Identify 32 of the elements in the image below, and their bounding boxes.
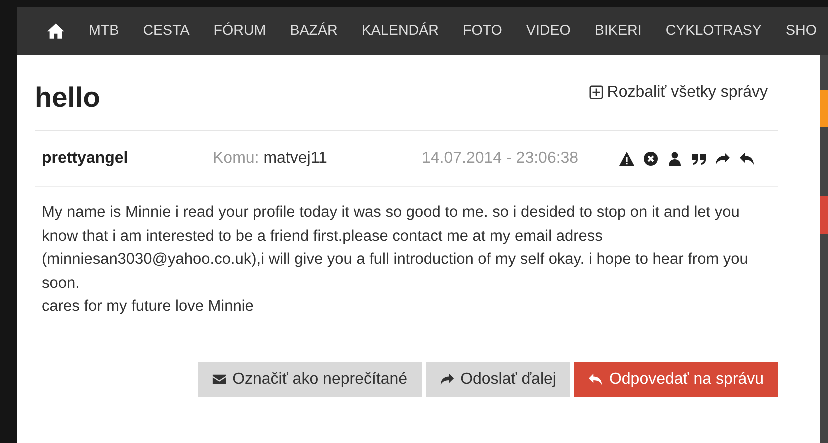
- message-date: 14.07.2014 - 23:06:38: [422, 150, 580, 168]
- nav-link[interactable]: KALENDÁR: [362, 23, 439, 39]
- message-text: cares for my future love Minnie: [42, 297, 255, 317]
- envelope-icon: [212, 372, 227, 387]
- share-arrow-icon: [715, 150, 731, 166]
- nav-link[interactable]: CESTA: [143, 23, 190, 39]
- sender-name: prettyangel: [42, 150, 130, 168]
- nav-link[interactable]: MTB: [89, 23, 120, 39]
- side-tab[interactable]: [820, 196, 828, 234]
- reply-arrow-icon: [588, 372, 604, 387]
- action-button[interactable]: Odoslať ďalej: [426, 362, 570, 397]
- thread-title: hello: [35, 82, 100, 114]
- nav-link[interactable]: SHO: [786, 23, 817, 39]
- nav-link[interactable]: BAZÁR: [290, 23, 338, 39]
- share-arrow-icon: [440, 372, 455, 387]
- home-icon: [47, 22, 65, 40]
- action-button[interactable]: Označiť ako neprečítané: [198, 362, 422, 397]
- recipient-label: Komu: matvej11: [213, 150, 328, 168]
- reply-button[interactable]: Odpovedať na správu: [574, 362, 778, 397]
- warning-icon: [619, 150, 635, 166]
- reply-arrow-icon: [739, 150, 755, 166]
- side-tab[interactable]: [820, 90, 828, 127]
- plus-square-icon: [589, 85, 604, 100]
- nav-link[interactable]: FÓRUM: [214, 23, 266, 39]
- nav-link[interactable]: VIDEO: [526, 23, 571, 39]
- close-icon: [643, 150, 659, 166]
- nav-link[interactable]: CYKLOTRASY: [666, 23, 762, 39]
- nav-link[interactable]: FOTO: [462, 23, 502, 39]
- nav-link[interactable]: BIKERI: [594, 23, 642, 39]
- message-text: My name is Minnie i read your profile today it was so good to me. so i desided to stop on it and let you know that i am interested to be a friend first.please contact me at my email adress (minniesan3030@yahoo.co.uk),i will give you a full introduction of my self okay. i hope to hear from you soon.: [42, 203, 750, 294]
- expand-all-link[interactable]: Rozbaliť všetky správy: [589, 84, 768, 102]
- user-icon: [667, 150, 683, 166]
